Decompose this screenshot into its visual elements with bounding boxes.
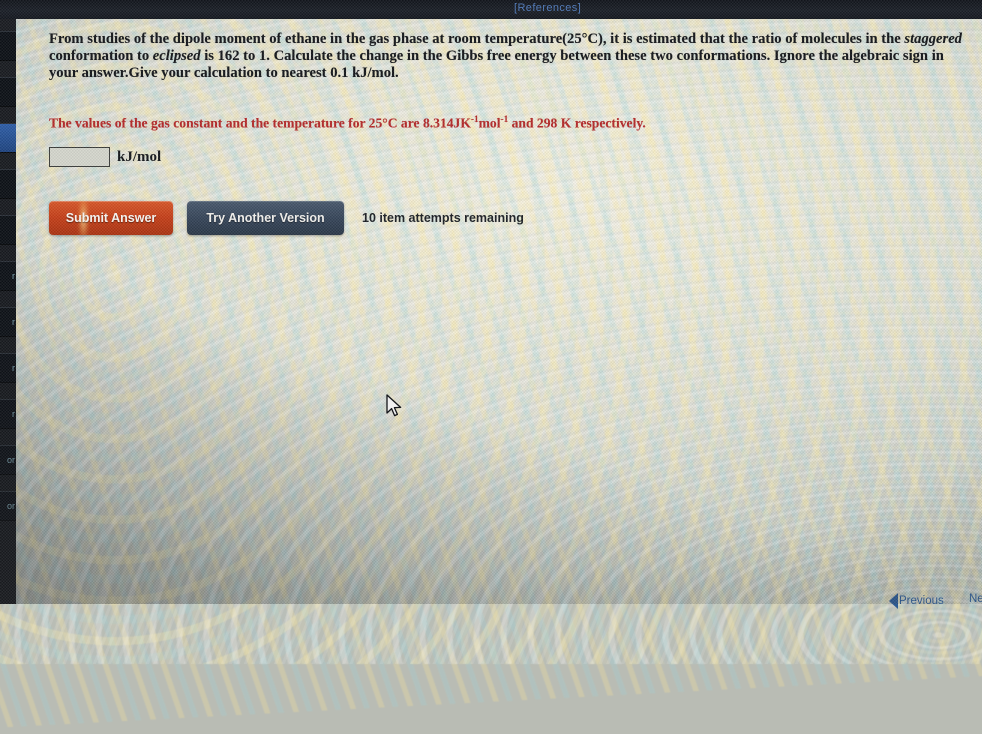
hint-text-before: The values of the gas constant and the t… xyxy=(49,115,471,131)
photographed-screen: [References] r r r r or or From studies of th… xyxy=(0,0,982,734)
previous-nav-button[interactable]: Previous xyxy=(889,593,944,609)
sidebar-item-5[interactable]: r xyxy=(0,261,16,291)
sidebar-nav-strip: r r r r or or xyxy=(0,19,16,604)
sidebar-item-label: or xyxy=(6,501,15,511)
sidebar-item-label: r xyxy=(12,363,15,373)
question-emphasis-staggered: staggered xyxy=(904,31,962,47)
question-text: From studies of the dipole moment of eth… xyxy=(49,31,975,82)
answer-unit-label: kJ/mol xyxy=(117,148,162,165)
sidebar-item-label: r xyxy=(12,317,15,327)
try-another-version-label: Try Another Version xyxy=(206,211,325,225)
main-content: From studies of the dipole moment of eth… xyxy=(16,19,982,609)
sidebar-item-label: r xyxy=(12,271,15,281)
references-link[interactable]: [References] xyxy=(514,2,581,14)
sidebar-item-2[interactable] xyxy=(0,123,16,153)
sidebar-item-7[interactable]: r xyxy=(0,353,16,383)
sidebar-item-0[interactable] xyxy=(0,31,16,61)
question-part-1: From studies of the dipole moment of eth… xyxy=(49,31,905,47)
hint-text-mid: mol xyxy=(478,115,501,131)
hint-text-after: and 298 K respectively. xyxy=(508,115,646,131)
previous-nav-label: Previous xyxy=(899,595,944,607)
answer-input[interactable] xyxy=(49,147,110,167)
sidebar-item-1[interactable] xyxy=(0,77,16,107)
sidebar-item-4[interactable] xyxy=(0,215,16,245)
hint-text: The values of the gas constant and the t… xyxy=(49,114,975,131)
attempts-remaining-text: 10 item attempts remaining xyxy=(362,211,524,225)
submit-answer-button[interactable]: Submit Answer xyxy=(49,201,173,235)
sidebar-item-label: r xyxy=(12,409,15,419)
hint-superscript-1: -1 xyxy=(470,114,479,124)
question-part-2: conformation to xyxy=(49,48,153,65)
next-nav-button[interactable]: Ne xyxy=(969,593,982,605)
action-button-row: Submit Answer Try Another Version 10 ite… xyxy=(49,201,524,235)
app-top-bar: [References] xyxy=(0,0,982,19)
sidebar-item-10[interactable]: or xyxy=(0,491,16,521)
sidebar-item-label: or xyxy=(6,455,15,465)
submit-answer-label: Submit Answer xyxy=(65,211,157,225)
sidebar-item-9[interactable]: or xyxy=(0,445,16,475)
sidebar-item-3[interactable] xyxy=(0,169,16,199)
sidebar-item-8[interactable]: r xyxy=(0,399,16,429)
sidebar-item-6[interactable]: r xyxy=(0,307,16,337)
question-emphasis-eclipsed: eclipsed xyxy=(152,48,201,65)
chevron-left-icon xyxy=(889,593,898,609)
answer-row: kJ/mol xyxy=(49,147,161,167)
try-another-version-button[interactable]: Try Another Version xyxy=(187,201,344,235)
